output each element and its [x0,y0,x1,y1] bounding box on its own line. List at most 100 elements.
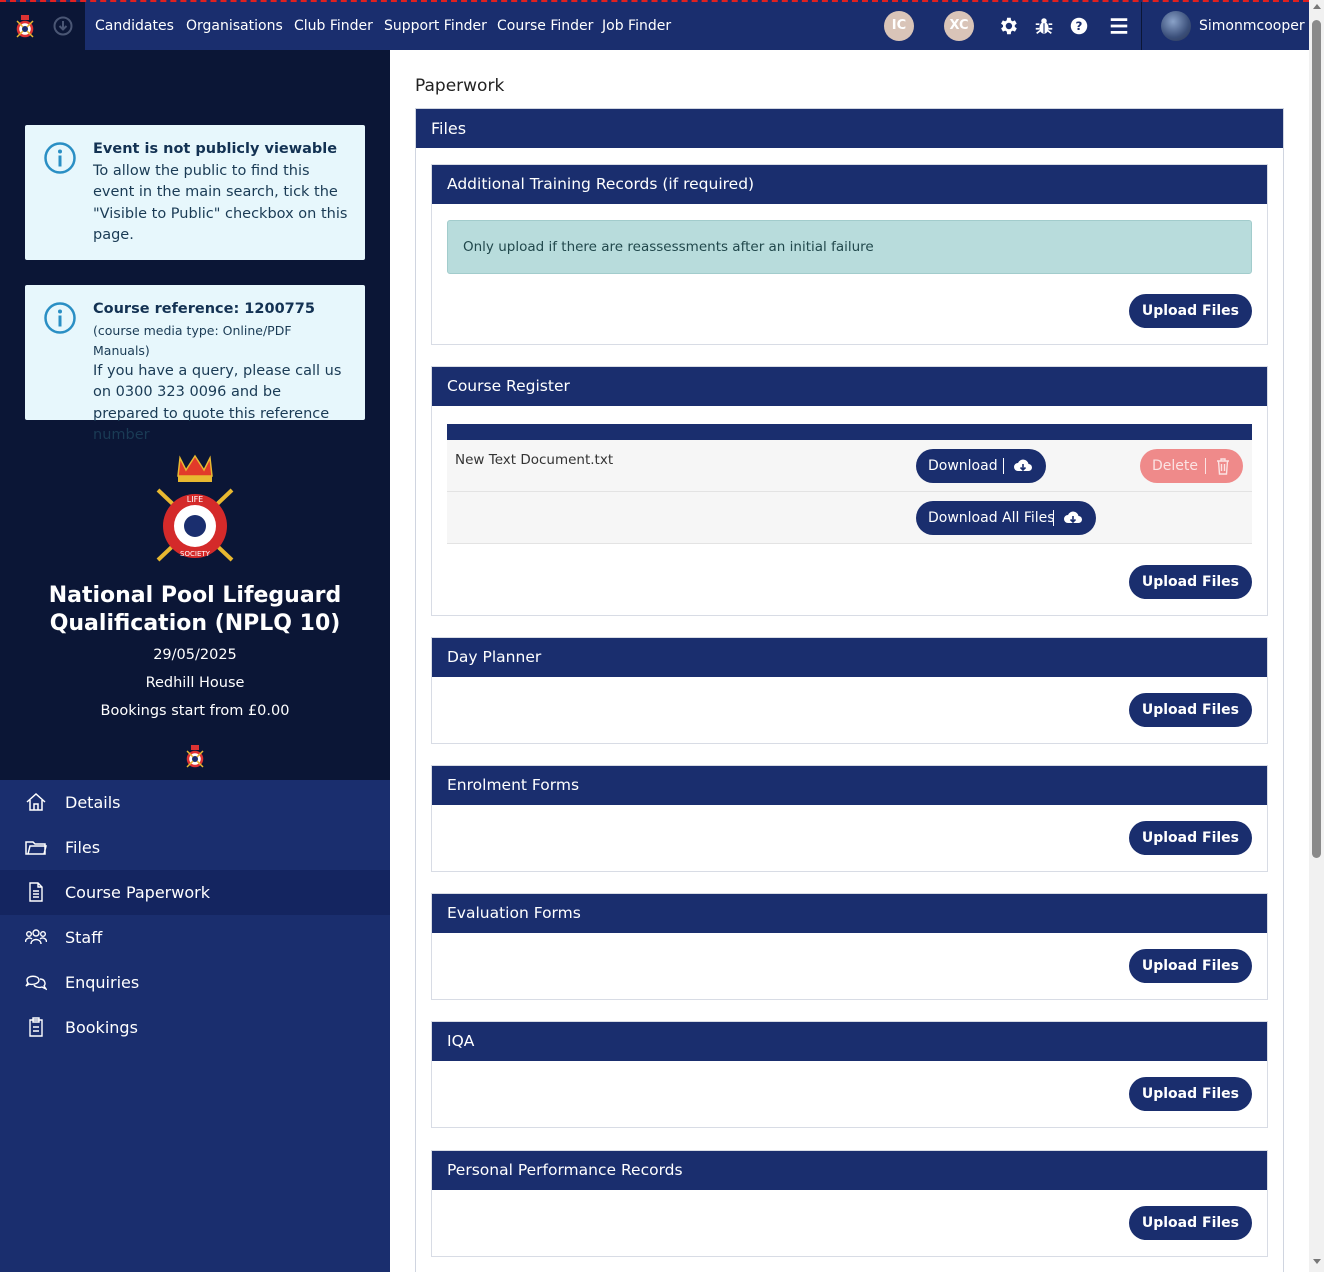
rls-crest-logo: LIFE SOCIETY [156,454,234,562]
section-enrolment-forms: Enrolment Forms Upload Files [431,765,1268,872]
table-row: New Text Document.txt Download Delete [447,440,1252,492]
download-label: Download [928,458,998,474]
files-panel-header: Files [416,109,1283,148]
impersonate-badge-xc[interactable]: XC [944,11,974,41]
impersonate-badge-ic[interactable]: IC [884,11,914,41]
sidebar-item-files[interactable]: Files [0,825,390,870]
nav-job-finder[interactable]: Job Finder [602,2,671,50]
cloud-download-icon [1014,459,1032,472]
course-venue: Redhill House [145,675,245,691]
avatar[interactable] [1161,11,1191,41]
sidebar-item-staff[interactable]: Staff [0,915,390,960]
section-course-register: Course Register New Text Document.txt Do… [431,366,1268,616]
scrollbar-down-arrow[interactable] [1313,1259,1321,1264]
sidebar-item-course-paperwork[interactable]: Course Paperwork [0,870,390,915]
menu-icon[interactable] [1108,15,1130,37]
folder-icon [25,841,47,855]
trash-icon [1217,458,1229,475]
upload-files-button[interactable]: Upload Files [1128,821,1252,855]
upload-files-button[interactable]: Upload Files [1128,693,1252,727]
file-table: New Text Document.txt Download Delete Do… [447,424,1252,544]
section-evaluation-forms: Evaluation Forms Upload Files [431,893,1268,1000]
download-circle-icon[interactable] [53,16,73,36]
reassessment-note: Only upload if there are reassessments a… [447,220,1252,274]
sidebar-nav: Details Files Course Paperwork Staff Enq… [0,780,390,1272]
button-divider [1205,458,1206,474]
gear-icon[interactable] [997,15,1019,37]
files-panel: Files Additional Training Records (if re… [415,108,1284,1272]
svg-text:?: ? [1076,19,1083,33]
rls-crest-small-icon [186,745,204,768]
download-all-files-button[interactable]: Download All Files [916,501,1096,535]
nav-course-finder[interactable]: Course Finder [497,2,593,50]
notice-title: Event is not publicly viewable [93,141,338,157]
section-title: Course Register [432,367,1267,406]
file-name: New Text Document.txt [455,452,614,468]
nav-candidates[interactable]: Candidates [95,2,174,50]
rls-crest-icon[interactable] [15,15,35,39]
nav-organisations[interactable]: Organisations [186,2,283,50]
main-content: Paperwork Files Additional Training Reco… [390,50,1309,1272]
info-icon [44,142,76,174]
page-title: Paperwork [415,76,505,96]
user-name[interactable]: Simonmcooper [1199,2,1305,50]
section-personal-performance-records: Personal Performance Records Upload File… [431,1150,1268,1257]
button-divider [1053,510,1054,526]
reference-title: Course reference: 1200775 [93,301,315,317]
sidebar-item-enquiries[interactable]: Enquiries [0,960,390,1005]
upload-files-button[interactable]: Upload Files [1128,294,1252,328]
section-title: Enrolment Forms [432,766,1267,805]
scrollbar-up-arrow[interactable] [1313,4,1321,9]
section-day-planner: Day Planner Upload Files [431,637,1268,744]
table-row: Download All Files [447,492,1252,544]
download-all-label: Download All Files [928,510,1055,526]
upload-files-button[interactable]: Upload Files [1128,1077,1252,1111]
upload-files-button[interactable]: Upload Files [1128,949,1252,983]
download-button[interactable]: Download [916,449,1046,483]
section-title: Day Planner [432,638,1267,677]
button-divider [1003,458,1004,474]
section-additional-training-records: Additional Training Records (if required… [431,164,1268,345]
sidebar: Event is not publicly viewable To allow … [0,50,390,1272]
course-title: National Pool Lifeguard Qualification (N… [48,583,342,636]
bug-icon[interactable] [1033,15,1055,37]
user-menu[interactable]: Simonmcooper [1141,2,1309,50]
document-icon [29,882,43,902]
nav-club-finder[interactable]: Club Finder [294,2,373,50]
visibility-notice: Event is not publicly viewable To allow … [25,125,365,260]
page-scrollbar[interactable] [1309,0,1324,1272]
sidebar-item-bookings[interactable]: Bookings [0,1005,390,1050]
sidebar-item-details[interactable]: Details [0,780,390,825]
scrollbar-thumb[interactable] [1312,20,1321,858]
sidebar-item-label: Details [65,793,121,812]
svg-text:SOCIETY: SOCIETY [180,550,211,558]
upload-files-button[interactable]: Upload Files [1128,1206,1252,1240]
sidebar-item-label: Enquiries [65,973,140,992]
people-icon [25,929,47,945]
cloud-download-icon [1064,511,1082,524]
reference-media-type: (course media type: Online/PDF Manuals) [93,322,292,358]
notice-body: To allow the public to find this event i… [93,162,348,244]
course-date: 29/05/2025 [153,647,237,663]
sidebar-item-label: Course Paperwork [65,883,210,902]
delete-button[interactable]: Delete [1140,449,1243,483]
info-icon [44,302,76,334]
delete-label: Delete [1152,458,1198,474]
file-table-header [447,424,1252,440]
upload-files-button[interactable]: Upload Files [1128,565,1252,599]
sidebar-item-label: Staff [65,928,103,947]
home-icon [26,792,46,811]
section-title: Personal Performance Records [432,1151,1267,1190]
section-title: Additional Training Records (if required… [432,165,1267,204]
help-icon[interactable]: ? [1068,15,1090,37]
svg-text:LIFE: LIFE [187,495,203,504]
clipboard-icon [29,1017,43,1037]
top-navbar: Candidates Organisations Club Finder Sup… [0,0,1309,50]
nav-support-finder[interactable]: Support Finder [384,2,487,50]
section-title: Evaluation Forms [432,894,1267,933]
logo-area [0,2,85,50]
sidebar-item-label: Bookings [65,1018,138,1037]
course-price: Bookings start from £0.00 [100,703,290,719]
sidebar-item-label: Files [65,838,101,857]
course-reference-card: Course reference: 1200775 (course media … [25,285,365,443]
